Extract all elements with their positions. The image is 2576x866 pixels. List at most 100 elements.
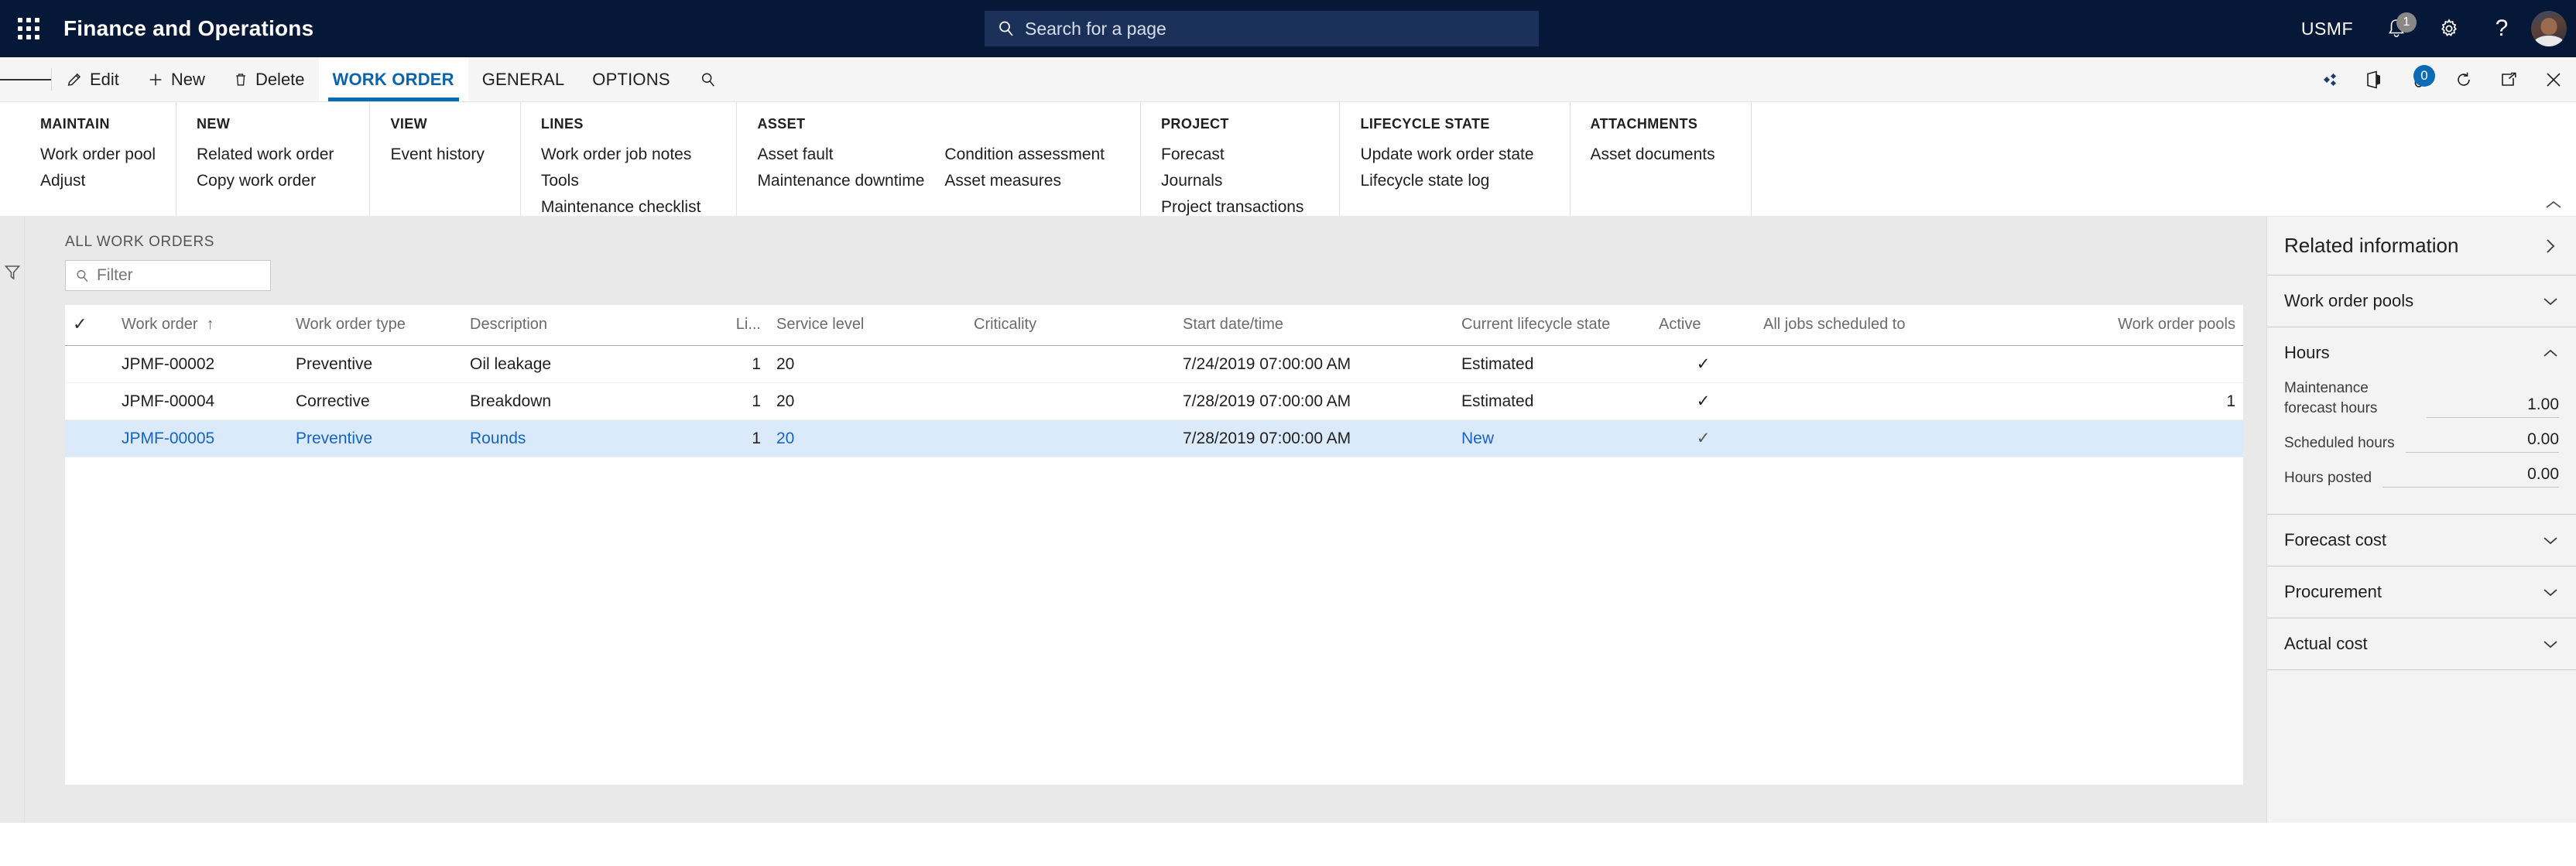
attachments-paperclip-icon[interactable]: 0 — [2396, 57, 2441, 102]
ribbon-item-adjust[interactable]: Adjust — [40, 168, 176, 194]
section-title: Actual cost — [2284, 634, 2368, 654]
column-start-date-time[interactable]: Start date/time — [1175, 305, 1454, 346]
row-select-cell[interactable] — [65, 345, 114, 383]
column-li[interactable]: Li... — [694, 305, 769, 346]
ribbon-item-maintenance-checklist[interactable]: Maintenance checklist — [541, 194, 721, 221]
open-in-new-window-icon[interactable] — [2486, 57, 2531, 102]
row-select-cell[interactable] — [65, 419, 114, 457]
column-select-all[interactable]: ✓ — [65, 305, 114, 346]
section-header-actual-cost[interactable]: Actual cost — [2267, 618, 2576, 669]
funnel-filter-icon[interactable] — [4, 263, 21, 823]
cell-all-jobs-scheduled-to — [1756, 419, 2023, 457]
new-button[interactable]: New — [133, 57, 219, 101]
cell-work-order-pools: 1 — [2023, 382, 2243, 420]
column-description[interactable]: Description — [462, 305, 694, 346]
ribbon-item-lifecycle-state-log[interactable]: Lifecycle state log — [1360, 168, 1553, 194]
cell-work-order[interactable]: JPMF-00002 — [114, 345, 288, 383]
app-launcher-icon[interactable] — [0, 0, 57, 57]
ribbon-item-related-work-order[interactable]: Related work order — [197, 142, 354, 168]
cell-criticality — [966, 345, 1175, 383]
ribbon-item-asset-documents[interactable]: Asset documents — [1591, 142, 1735, 168]
section-header-forecast-cost[interactable]: Forecast cost — [2267, 515, 2576, 566]
cell-work-order-pools — [2023, 345, 2243, 383]
column-current-lifecycle-state[interactable]: Current lifecycle state — [1454, 305, 1651, 346]
section-title: Forecast cost — [2284, 530, 2387, 550]
chevron-up-icon[interactable] — [2542, 347, 2559, 359]
section-header-work-order-pools[interactable]: Work order pools — [2267, 276, 2576, 327]
edit-button-label: Edit — [90, 69, 119, 89]
column-criticality[interactable]: Criticality — [966, 305, 1175, 346]
cell-description: Rounds — [462, 419, 694, 457]
company-selector[interactable]: USMF — [2284, 0, 2370, 57]
cell-work-order-type: Corrective — [288, 382, 462, 420]
ribbon-item-asset-measures[interactable]: Asset measures — [944, 168, 1125, 194]
ribbon-item-work-order-pool[interactable]: Work order pool — [40, 142, 176, 168]
ribbon-item-forecast[interactable]: Forecast — [1161, 142, 1324, 168]
cell-work-order[interactable]: JPMF-00005 — [114, 419, 288, 457]
chevron-down-icon[interactable] — [2542, 534, 2559, 546]
cell-start-date-time: 7/28/2019 07:00:00 AM — [1175, 419, 1454, 457]
help-button[interactable]: ? — [2475, 0, 2528, 57]
cell-work-order-pools — [2023, 419, 2243, 457]
ribbon-item-copy-work-order[interactable]: Copy work order — [197, 168, 354, 194]
table-header-row: ✓ Work order ↑ Work order type Descripti… — [65, 305, 2243, 346]
relationships-icon[interactable] — [2307, 57, 2352, 102]
column-active[interactable]: Active — [1651, 305, 1756, 346]
tab-work-order[interactable]: WORK ORDER — [318, 57, 468, 101]
ribbon-group-title: PROJECT — [1161, 116, 1229, 132]
refresh-icon[interactable] — [2441, 57, 2486, 102]
section-procurement: Procurement — [2267, 566, 2576, 619]
field-value-box[interactable]: 1.00 — [2427, 395, 2559, 419]
table-row[interactable]: JPMF-00005 Preventive Rounds 1 20 7/28/2… — [65, 419, 2243, 457]
ribbon-item-maintenance-downtime[interactable]: Maintenance downtime — [757, 168, 944, 194]
chevron-down-icon[interactable] — [2542, 295, 2559, 307]
tab-general-label: GENERAL — [481, 69, 565, 89]
chevron-right-icon[interactable] — [2542, 238, 2559, 255]
filter-input[interactable]: Filter — [65, 260, 271, 291]
chevron-down-icon[interactable] — [2542, 638, 2559, 650]
ribbon-item-update-work-order-state[interactable]: Update work order state — [1360, 142, 1553, 168]
grid-caption: ALL WORK ORDERS — [65, 234, 215, 250]
close-icon[interactable] — [2531, 57, 2576, 102]
related-information-header[interactable]: Related information — [2267, 217, 2576, 276]
column-work-order-type[interactable]: Work order type — [288, 305, 462, 346]
global-search-input[interactable]: Search for a page — [985, 11, 1539, 46]
ribbon-group-title: ATTACHMENTS — [1590, 116, 1698, 132]
field-value-box[interactable]: 0.00 — [2382, 465, 2559, 488]
settings-button[interactable] — [2423, 0, 2475, 57]
office-apps-icon[interactable] — [2352, 57, 2396, 102]
hamburger-menu-icon[interactable] — [0, 57, 51, 101]
top-navigation-bar: Finance and Operations Search for a page… — [0, 0, 2576, 57]
ribbon-item-journals[interactable]: Journals — [1161, 168, 1324, 194]
column-work-order[interactable]: Work order ↑ — [114, 305, 288, 346]
row-select-cell[interactable] — [65, 382, 114, 420]
ribbon-item-event-history[interactable]: Event history — [390, 142, 504, 168]
command-search-icon[interactable] — [684, 57, 732, 101]
section-header-hours[interactable]: Hours — [2267, 327, 2576, 378]
column-service-level[interactable]: Service level — [769, 305, 966, 346]
chevron-up-icon[interactable] — [2543, 199, 2564, 211]
user-avatar[interactable] — [2531, 11, 2567, 46]
notifications-button[interactable]: 1 — [2370, 0, 2423, 57]
delete-button[interactable]: Delete — [219, 57, 319, 101]
section-header-procurement[interactable]: Procurement — [2267, 566, 2576, 618]
table-row[interactable]: JPMF-00004 Corrective Breakdown 1 20 7/2… — [65, 382, 2243, 420]
tab-options[interactable]: OPTIONS — [578, 57, 683, 101]
field-value-box[interactable]: 0.00 — [2405, 430, 2559, 454]
chevron-down-icon[interactable] — [2542, 586, 2559, 598]
edit-button[interactable]: Edit — [52, 57, 133, 101]
cell-work-order[interactable]: JPMF-00004 — [114, 382, 288, 420]
ribbon-item-asset-fault[interactable]: Asset fault — [757, 142, 944, 168]
ribbon-item-condition-assessment[interactable]: Condition assessment — [944, 142, 1125, 168]
column-all-jobs-scheduled-to[interactable]: All jobs scheduled to — [1756, 305, 2023, 346]
ribbon-group-title: ASSET — [757, 116, 806, 132]
ribbon-item-work-order-job-notes[interactable]: Work order job notes — [541, 142, 721, 168]
work-order-list-area: ALL WORK ORDERS Filter ✓ Work order ↑ Wo… — [25, 217, 2266, 823]
cell-description: Oil leakage — [462, 345, 694, 383]
tab-general[interactable]: GENERAL — [468, 57, 579, 101]
ribbon-item-tools[interactable]: Tools — [541, 168, 721, 194]
ribbon-item-project-transactions[interactable]: Project transactions — [1161, 194, 1324, 221]
column-work-order-pools[interactable]: Work order pools — [2023, 305, 2243, 346]
table-row[interactable]: JPMF-00002 Preventive Oil leakage 1 20 7… — [65, 345, 2243, 383]
section-title: Procurement — [2284, 582, 2382, 602]
